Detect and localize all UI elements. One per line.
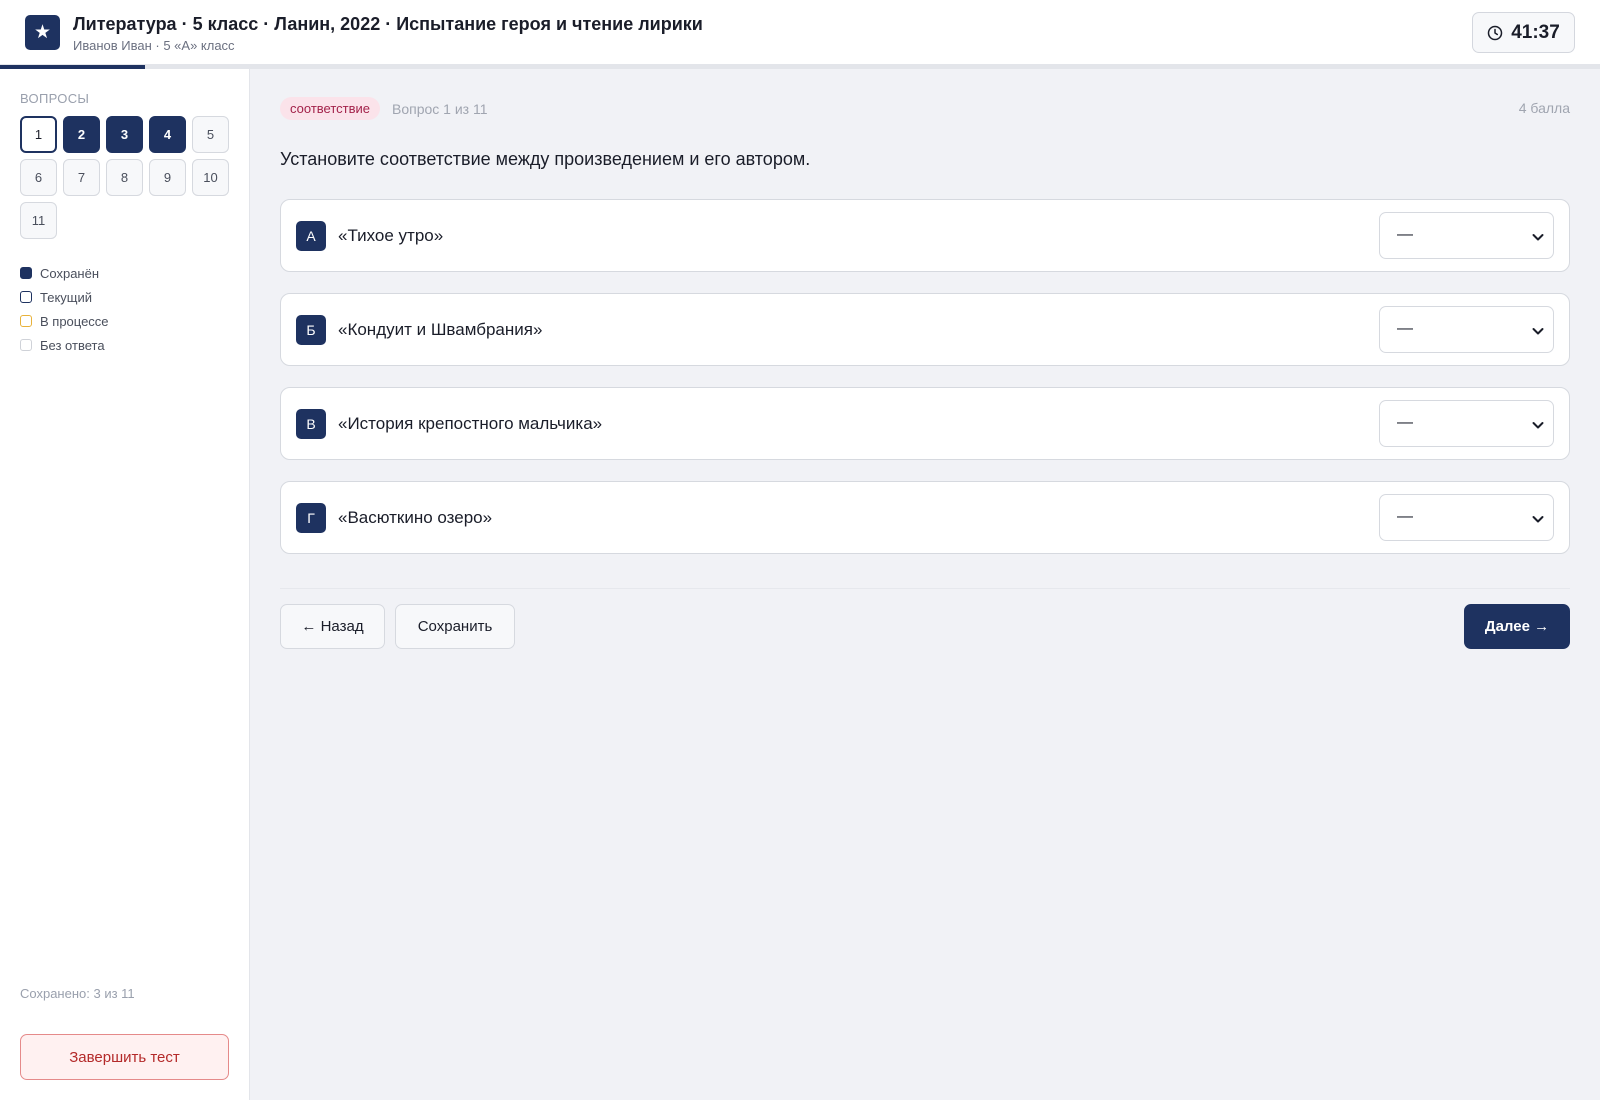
chevron-down-icon: [1532, 418, 1544, 430]
clock-icon: [1487, 25, 1503, 41]
points-label: 4 балла: [1518, 100, 1570, 116]
question-button[interactable]: 7: [63, 159, 100, 196]
next-button[interactable]: Далее →: [1464, 604, 1570, 649]
star-icon: ★: [25, 15, 60, 50]
question-button[interactable]: 1: [20, 116, 57, 153]
question-button[interactable]: 2: [63, 116, 100, 153]
item-text: «Кондуит и Швамбрания»: [338, 320, 543, 339]
chevron-down-icon: [1532, 230, 1544, 242]
item-text: «Тихое утро»: [338, 226, 444, 245]
question-button[interactable]: 5: [192, 116, 229, 153]
legend-swatch: [20, 315, 32, 327]
legend-label: В процессе: [40, 313, 109, 329]
timer-value: 41:37: [1511, 21, 1560, 43]
select-value: —: [1397, 414, 1413, 431]
legend-label: Без ответа: [40, 337, 105, 353]
item-letter: Б: [296, 315, 326, 345]
questions-heading: ВОПРОСЫ: [20, 91, 90, 106]
save-button[interactable]: Сохранить: [395, 604, 515, 649]
top-header: ★ Литература · 5 класс · Ланин, 2022 · И…: [0, 0, 1600, 65]
sidebar: ВОПРОСЫ 1 2 3 4 5 6 7 8 9 10 11 Сохранён…: [0, 69, 250, 1100]
author-select[interactable]: —: [1379, 494, 1554, 541]
question-button[interactable]: 6: [20, 159, 57, 196]
question-meta: соответствие Вопрос 1 из 11: [280, 97, 488, 120]
item-text: «История крепостного мальчика»: [338, 414, 603, 433]
legend-swatch: [20, 339, 32, 351]
match-item: В «История крепостного мальчика» —: [280, 387, 1570, 460]
finish-test-button[interactable]: Завершить тест: [20, 1034, 229, 1080]
legend-label: Текущий: [40, 289, 92, 305]
legend-swatch: [20, 267, 32, 279]
match-item: А «Тихое утро» —: [280, 199, 1570, 272]
question-text: Установите соответствие между произведен…: [280, 149, 811, 169]
back-button[interactable]: ← Назад: [280, 604, 385, 649]
legend-label: Сохранён: [40, 265, 100, 281]
chevron-down-icon: [1532, 512, 1544, 524]
divider: [280, 588, 1570, 589]
legend-item-in-progress: В процессе: [20, 309, 109, 333]
question-button[interactable]: 11: [20, 202, 57, 239]
item-letter: В: [296, 409, 326, 439]
select-value: —: [1397, 320, 1413, 337]
legend-item-saved: Сохранён: [20, 261, 109, 285]
question-grid: 1 2 3 4 5 6 7 8 9 10 11: [20, 116, 229, 239]
item-letter: А: [296, 221, 326, 251]
legend-item-unanswered: Без ответа: [20, 333, 109, 357]
author-select[interactable]: —: [1379, 306, 1554, 353]
select-value: —: [1397, 226, 1413, 243]
legend-swatch: [20, 291, 32, 303]
test-title: Литература · 5 класс · Ланин, 2022 · Исп…: [73, 14, 703, 34]
legend: Сохранён Текущий В процессе Без ответа: [20, 261, 109, 357]
question-button[interactable]: 8: [106, 159, 143, 196]
question-button[interactable]: 4: [149, 116, 186, 153]
match-item: Г «Васюткино озеро» —: [280, 481, 1570, 554]
question-button[interactable]: 10: [192, 159, 229, 196]
author-select[interactable]: —: [1379, 400, 1554, 447]
select-value: —: [1397, 508, 1413, 525]
item-text: «Васюткино озеро»: [338, 508, 493, 527]
item-letter: Г: [296, 503, 326, 533]
match-item: Б «Кондуит и Швамбрания» —: [280, 293, 1570, 366]
question-button[interactable]: 9: [149, 159, 186, 196]
question-type-badge: соответствие: [280, 97, 380, 120]
legend-item-current: Текущий: [20, 285, 109, 309]
timer: 41:37: [1472, 12, 1575, 53]
question-counter: Вопрос 1 из 11: [392, 100, 488, 117]
question-button[interactable]: 3: [106, 116, 143, 153]
main-content: соответствие Вопрос 1 из 11 4 балла Уста…: [250, 69, 1600, 1100]
author-select[interactable]: —: [1379, 212, 1554, 259]
logo-glyph: ★: [33, 22, 52, 43]
chevron-down-icon: [1532, 324, 1544, 336]
student-info: Иванов Иван · 5 «А» класс: [73, 38, 235, 53]
saved-count: Сохранено: 3 из 11: [20, 986, 135, 1001]
